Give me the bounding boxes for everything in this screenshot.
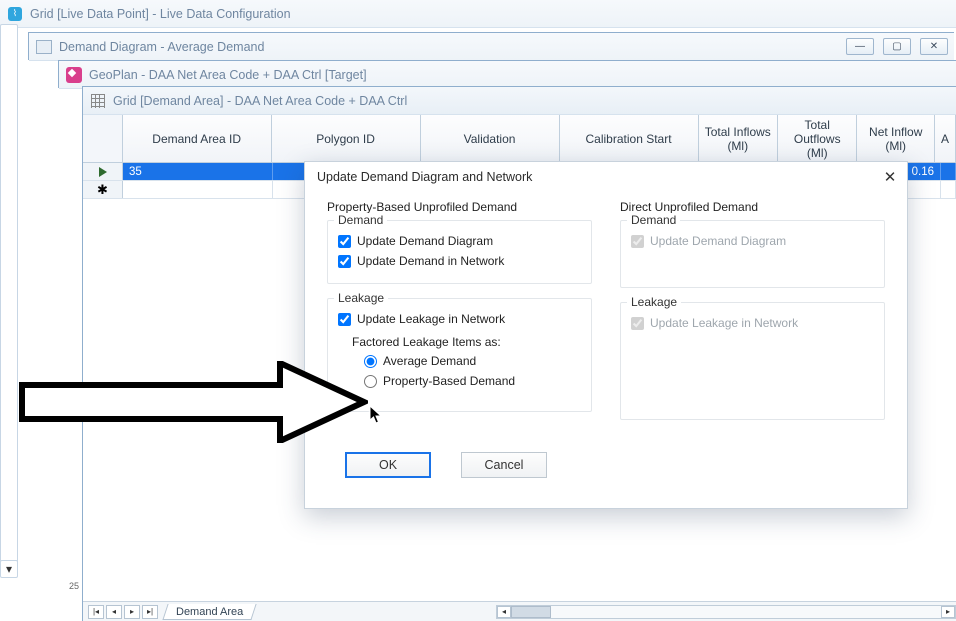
col-validation[interactable]: Validation <box>421 115 560 162</box>
checkbox-update-demand-diagram[interactable]: Update Demand Diagram <box>338 231 581 251</box>
radio-input[interactable] <box>364 375 377 388</box>
checkbox-input[interactable] <box>338 235 351 248</box>
group-legend: Demand <box>334 213 387 227</box>
dialog-close-button[interactable]: ✕ <box>873 163 907 191</box>
horizontal-scrollbar[interactable]: ◂ ▸ <box>496 605 956 619</box>
dialog-update-demand: Update Demand Diagram and Network ✕ Prop… <box>304 161 908 509</box>
ok-button[interactable]: OK <box>345 452 431 478</box>
checkbox-label: Update Demand Diagram <box>357 234 493 248</box>
cell-last[interactable] <box>941 163 956 180</box>
window-title: Grid [Demand Area] - DAA Net Area Code +… <box>113 94 407 108</box>
checkbox-label: Update Leakage in Network <box>357 312 505 326</box>
window-titlebar-demand-diagram[interactable]: Demand Diagram - Average Demand — ▢ ✕ <box>29 33 954 61</box>
nav-last-button[interactable]: ▸| <box>142 605 158 619</box>
factored-leakage-legend: Factored Leakage Items as: <box>352 335 581 349</box>
window-titlebar-geoplan[interactable]: GeoPlan - DAA Net Area Code + DAA Ctrl [… <box>59 61 956 89</box>
geoplan-icon <box>65 66 83 84</box>
chart-icon <box>35 38 53 56</box>
left-stub-arrow[interactable]: ▾ <box>0 560 18 578</box>
window-titlebar-live-data[interactable]: ⌇ Grid [Live Data Point] - Live Data Con… <box>0 0 956 28</box>
close-icon: ✕ <box>884 168 897 186</box>
window-titlebar-grid[interactable]: Grid [Demand Area] - DAA Net Area Code +… <box>83 87 956 115</box>
nav-prev-button[interactable]: ◂ <box>106 605 122 619</box>
row-indicator-new: ✱ <box>83 181 123 198</box>
asterisk-icon: ✱ <box>97 183 108 196</box>
group-leakage-left: Leakage Update Leakage in Network Factor… <box>327 298 592 412</box>
scroll-thumb[interactable] <box>511 606 551 618</box>
left-stub-panel <box>0 24 18 574</box>
col-polygon-id[interactable]: Polygon ID <box>272 115 421 162</box>
radio-label: Average Demand <box>383 354 476 368</box>
nav-next-button[interactable]: ▸ <box>124 605 140 619</box>
checkbox-update-demand-network[interactable]: Update Demand in Network <box>338 251 581 271</box>
checkbox-label: Update Demand in Network <box>357 254 504 268</box>
sheet-bar: |◂ ◂ ▸ ▸| Demand Area ◂ ▸ <box>83 601 956 621</box>
scroll-left-button[interactable]: ◂ <box>497 606 511 618</box>
col-last[interactable]: A <box>935 115 956 162</box>
play-icon <box>99 167 107 177</box>
checkbox-input[interactable] <box>338 313 351 326</box>
checkbox-update-leakage-direct: Update Leakage in Network <box>631 313 874 333</box>
window-title: Grid [Live Data Point] - Live Data Confi… <box>30 7 291 21</box>
group-leakage-right: Leakage Update Leakage in Network <box>620 302 885 420</box>
col-net-inflow[interactable]: Net Inflow (Ml) <box>857 115 934 162</box>
radio-label: Property-Based Demand <box>383 374 515 388</box>
nav-first-button[interactable]: |◂ <box>88 605 104 619</box>
row-indicator-current <box>83 163 123 180</box>
checkbox-input <box>631 235 644 248</box>
cancel-button[interactable]: Cancel <box>461 452 547 478</box>
minimize-button[interactable]: — <box>846 38 874 55</box>
col-demand-area-id[interactable]: Demand Area ID <box>123 115 272 162</box>
group-legend: Demand <box>627 213 680 227</box>
col-total-outflows[interactable]: Total Outflows (Ml) <box>778 115 857 162</box>
radio-property-based-demand[interactable]: Property-Based Demand <box>364 371 581 391</box>
sheet-tab-demand-area[interactable]: Demand Area <box>162 604 256 620</box>
cell-demand-area-id[interactable]: 35 <box>123 163 273 180</box>
wifi-icon: ⌇ <box>6 5 24 23</box>
radio-average-demand[interactable]: Average Demand <box>364 351 581 371</box>
col-total-inflows[interactable]: Total Inflows (Ml) <box>699 115 778 162</box>
row-marker: 25 <box>69 581 79 591</box>
section-heading-property-based: Property-Based Unprofiled Demand <box>327 200 592 214</box>
window-title: Demand Diagram - Average Demand <box>59 40 264 54</box>
section-heading-direct: Direct Unprofiled Demand <box>620 200 885 214</box>
checkbox-update-leakage-network[interactable]: Update Leakage in Network <box>338 309 581 329</box>
scroll-right-button[interactable]: ▸ <box>941 606 955 618</box>
close-button[interactable]: ✕ <box>920 38 948 55</box>
checkbox-input[interactable] <box>338 255 351 268</box>
group-legend: Leakage <box>334 291 388 305</box>
checkbox-label: Update Demand Diagram <box>650 234 786 248</box>
checkbox-update-demand-diagram-direct: Update Demand Diagram <box>631 231 874 251</box>
table-icon <box>89 92 107 110</box>
checkbox-input <box>631 317 644 330</box>
grid-header: Demand Area ID Polygon ID Validation Cal… <box>83 115 956 163</box>
checkbox-label: Update Leakage in Network <box>650 316 798 330</box>
window-title: GeoPlan - DAA Net Area Code + DAA Ctrl [… <box>89 68 367 82</box>
maximize-button[interactable]: ▢ <box>883 38 911 55</box>
group-demand-right: Demand Update Demand Diagram <box>620 220 885 288</box>
group-demand-left: Demand Update Demand Diagram Update Dema… <box>327 220 592 284</box>
group-legend: Leakage <box>627 295 681 309</box>
col-calibration-start[interactable]: Calibration Start <box>560 115 699 162</box>
radio-input[interactable] <box>364 355 377 368</box>
dialog-title: Update Demand Diagram and Network <box>305 162 544 192</box>
